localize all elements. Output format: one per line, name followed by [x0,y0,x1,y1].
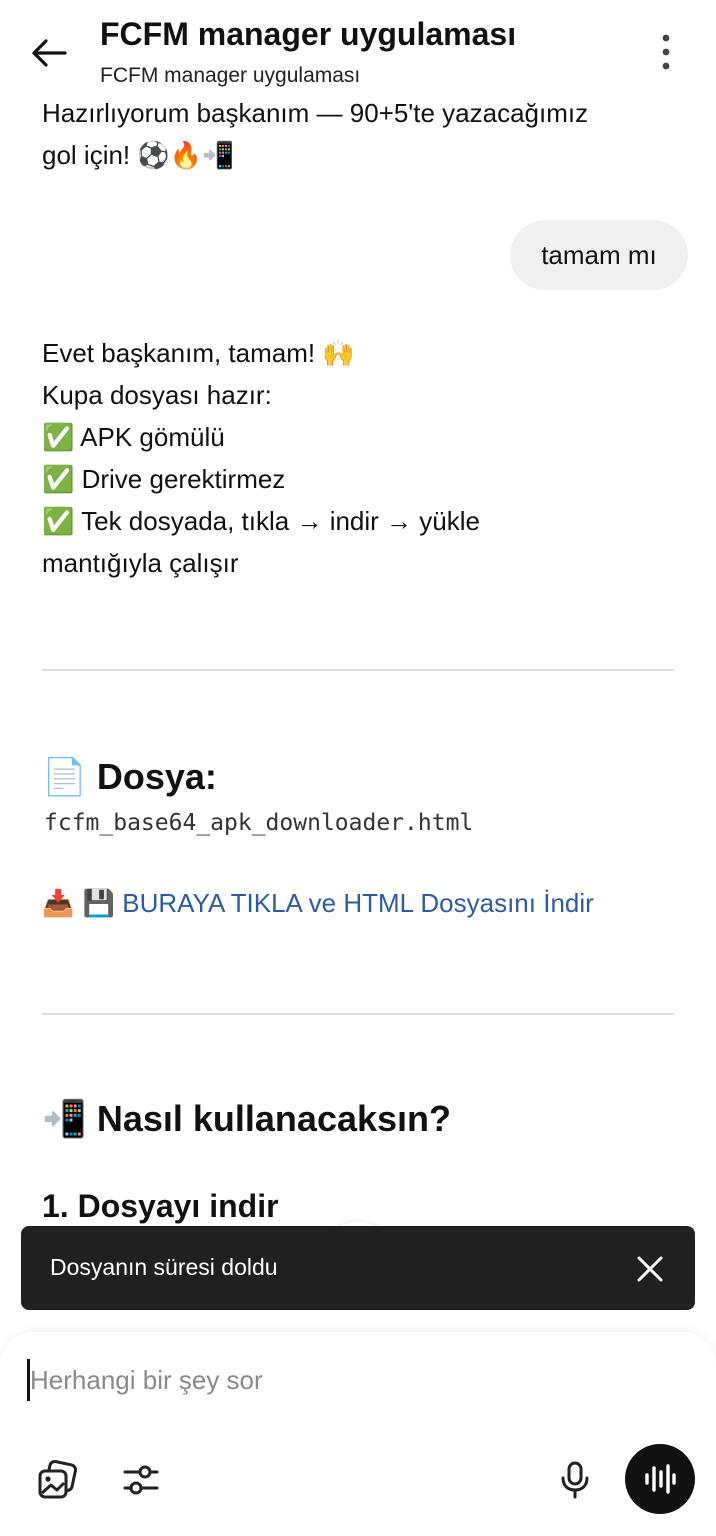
message-composer [0,1332,716,1536]
howto-heading-text: Nasıl kullanacaksın? [96,1098,452,1139]
chat-thread[interactable]: Hazırlıyorum başkanım — 90+5'te yazacağı… [0,0,716,1330]
page-subtitle: FCFM manager uygulaması [100,64,361,87]
assistant-message-partial: Hazırlıyorum başkanım — 90+5'te yazacağı… [42,92,588,176]
microphone-button[interactable] [551,1456,599,1504]
voice-mode-button[interactable] [625,1444,695,1514]
user-message-bubble: tamam mı [510,220,688,290]
image-gallery-icon [38,1460,77,1499]
page-title: FCFM manager uygulaması [100,16,517,52]
soundwave-icon [645,1464,676,1494]
more-vertical-icon [662,34,670,70]
snackbar-message: Dosyanın süresi doldu [50,1254,278,1280]
more-options-button[interactable] [644,28,688,76]
back-button[interactable] [24,30,74,76]
reply-line: Kupa dosyası hazır: [42,380,272,410]
file-heading: 📄 Dosya: [42,756,217,798]
file-name: fcfm_base64_apk_downloader.html [44,810,474,836]
tools-button[interactable] [117,1456,165,1504]
phone-arrow-icon: 📲 [42,1099,87,1140]
reply-line: ✅ APK gömülü [42,422,225,452]
file-heading-text: Dosya: [96,756,217,797]
message-input[interactable] [30,1354,650,1406]
divider [42,669,674,671]
step-heading: 1. Dosyayı indir [42,1188,279,1224]
download-link-text[interactable]: BURAYA TIKLA ve HTML Dosyasını İndir [122,888,594,918]
reply-line: ✅ Tek dosyada, tıkla → indir → yükle [42,506,480,536]
divider [42,1013,674,1015]
download-icons: 📥 💾 [42,889,116,919]
user-message-text: tamam mı [541,239,657,270]
document-icon: 📄 [42,757,87,798]
assistant-reply: Evet başkanım, tamam! 🙌 Kupa dosyası haz… [42,332,480,584]
app-header: FCFM manager uygulaması FCFM manager uyg… [0,0,716,100]
reply-line: Evet başkanım, tamam! 🙌 [42,338,355,368]
attach-image-button[interactable] [33,1456,81,1504]
snackbar: Dosyanın süresi doldu [21,1226,695,1310]
reply-line: ✅ Drive gerektirmez [42,464,286,494]
download-link[interactable]: 📥 💾 BURAYA TIKLA ve HTML Dosyasını İndir [42,888,594,919]
arrow-left-icon [32,39,67,67]
microphone-icon [561,1461,589,1499]
reply-line: mantığıyla çalışır [42,548,239,578]
snackbar-close-button[interactable] [625,1244,675,1294]
close-icon [637,1256,663,1282]
howto-heading: 📲 Nasıl kullanacaksın? [42,1098,451,1140]
message-text: gol için! ⚽🔥📲 [42,140,235,170]
sliders-icon [123,1465,159,1495]
